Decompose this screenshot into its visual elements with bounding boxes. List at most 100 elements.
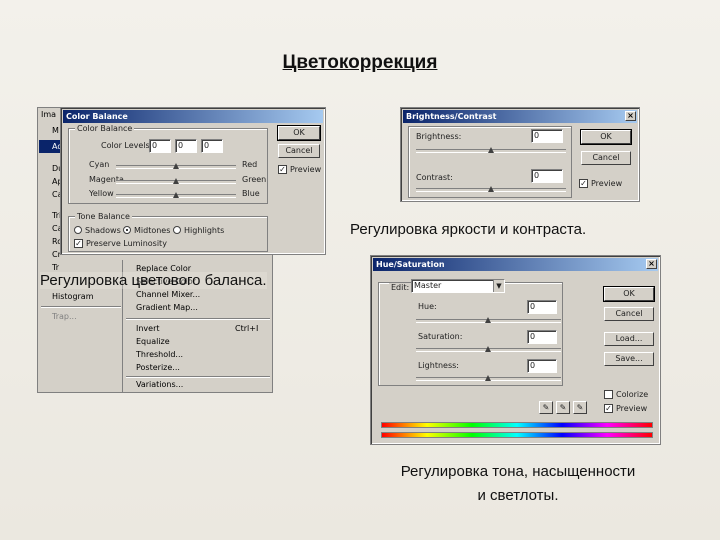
hue-field[interactable]: 0 — [527, 300, 557, 314]
menu-item[interactable]: M — [52, 126, 59, 135]
preserve-luminosity-label: Preserve Luminosity — [86, 239, 167, 248]
ok-button[interactable]: OK — [580, 129, 632, 145]
preview-label: Preview — [290, 165, 322, 174]
lightness-label: Lightness: — [418, 361, 459, 370]
yellow-label: Yellow — [89, 189, 114, 198]
midtones-radio[interactable] — [123, 226, 131, 234]
slider-knob[interactable] — [488, 147, 494, 153]
chevron-down-icon[interactable]: ▼ — [493, 280, 504, 292]
red-label: Red — [242, 160, 258, 169]
preview-checkbox[interactable]: ✓ — [579, 179, 588, 188]
dialog-titlebar: Brightness/Contrast × — [403, 110, 637, 123]
hue-sat-caption-2: и светлоты. — [477, 487, 559, 504]
edit-select[interactable]: Master ▼ — [411, 279, 505, 293]
slider-knob[interactable] — [173, 192, 179, 198]
preview-label: Preview — [591, 179, 623, 188]
contrast-field[interactable]: 0 — [531, 169, 563, 183]
shadows-label: Shadows — [85, 226, 121, 235]
cyan-label: Cyan — [89, 160, 110, 169]
dialog-titlebar: Color Balance — [63, 110, 323, 123]
saturation-field[interactable]: 0 — [527, 330, 557, 344]
cancel-button[interactable]: Cancel — [278, 144, 320, 158]
color-levels-label: Color Levels: — [101, 141, 153, 150]
save-button[interactable]: Save... — [604, 352, 654, 366]
brightness-label: Brightness: — [416, 132, 462, 141]
submenu-item-gradient-map[interactable]: Gradient Map... — [136, 303, 198, 312]
dialog-title: Hue/Saturation — [376, 260, 445, 269]
lightness-field[interactable]: 0 — [527, 359, 557, 373]
group-label: Tone Balance — [75, 212, 132, 221]
magenta-green-slider[interactable] — [116, 178, 236, 184]
close-icon[interactable]: × — [625, 111, 636, 121]
preview-checkbox[interactable]: ✓ — [278, 165, 287, 174]
submenu-separator — [126, 318, 270, 320]
lightness-slider[interactable] — [416, 375, 561, 381]
preview-checkbox[interactable]: ✓ — [604, 404, 613, 413]
invert-shortcut: Ctrl+I — [235, 324, 259, 333]
ok-button[interactable]: OK — [277, 125, 321, 141]
submenu-item-equalize[interactable]: Equalize — [136, 337, 170, 346]
menu-item[interactable]: Ima — [41, 110, 56, 119]
menu-item[interactable]: Tr — [52, 263, 59, 272]
spectrum-bar — [381, 422, 653, 428]
submenu-item-channel-mixer[interactable]: Channel Mixer... — [136, 290, 200, 299]
dialog-title: Brightness/Contrast — [406, 112, 497, 121]
slider-knob[interactable] — [173, 178, 179, 184]
edit-label: Edit: — [389, 283, 412, 292]
preserve-luminosity-checkbox[interactable]: ✓ — [74, 239, 83, 248]
dialog-title: Color Balance — [66, 112, 128, 121]
brightness-caption: Регулировка яркости и контраста. — [350, 221, 587, 238]
preview-label: Preview — [616, 404, 648, 413]
slider-knob[interactable] — [173, 163, 179, 169]
color-balance-dialog: Color Balance Color Balance Color Levels… — [60, 107, 326, 255]
menu-item-histogram[interactable]: Histogram — [52, 292, 94, 301]
brightness-field[interactable]: 0 — [531, 129, 563, 143]
submenu-item-posterize[interactable]: Posterize... — [136, 363, 180, 372]
blue-label: Blue — [242, 189, 260, 198]
color-balance-caption: Регулировка цветового баланса. — [40, 272, 267, 289]
yellow-blue-slider[interactable] — [116, 192, 236, 198]
highlights-radio[interactable] — [173, 226, 181, 234]
submenu-item-invert[interactable]: Invert — [136, 324, 160, 333]
colorize-label: Colorize — [616, 390, 649, 399]
slider-knob[interactable] — [488, 186, 494, 192]
ok-button[interactable]: OK — [603, 286, 655, 302]
cancel-button[interactable]: Cancel — [581, 151, 631, 165]
level-field-2[interactable]: 0 — [175, 139, 197, 153]
midtones-label: Midtones — [134, 226, 171, 235]
saturation-slider[interactable] — [416, 346, 561, 352]
shadows-radio[interactable] — [74, 226, 82, 234]
brightness-contrast-dialog: Brightness/Contrast × Brightness: 0 Cont… — [400, 107, 640, 202]
contrast-slider[interactable] — [416, 186, 566, 192]
level-field-1[interactable]: 0 — [149, 139, 171, 153]
hue-slider[interactable] — [416, 317, 561, 323]
cancel-button[interactable]: Cancel — [604, 307, 654, 321]
load-button[interactable]: Load... — [604, 332, 654, 346]
submenu-item-variations[interactable]: Variations... — [136, 380, 183, 389]
dialog-titlebar: Hue/Saturation × — [373, 258, 658, 271]
menu-separator — [41, 306, 121, 308]
brightness-slider[interactable] — [416, 147, 566, 153]
hue-saturation-dialog: Hue/Saturation × Edit: Master ▼ Hue: 0 S… — [370, 255, 661, 445]
highlights-label: Highlights — [184, 226, 225, 235]
menu-item-trap[interactable]: Trap... — [52, 312, 77, 321]
slider-knob[interactable] — [485, 375, 491, 381]
submenu-item-threshold[interactable]: Threshold... — [136, 350, 183, 359]
colorize-checkbox[interactable] — [604, 390, 613, 399]
edit-select-value: Master — [414, 281, 442, 290]
hue-label: Hue: — [418, 302, 437, 311]
page-title: Цветокоррекция — [282, 52, 438, 73]
slider-knob[interactable] — [485, 346, 491, 352]
eyedropper-icon[interactable]: ✎ — [539, 401, 553, 414]
eyedropper-minus-icon[interactable]: ✎ — [573, 401, 587, 414]
green-label: Green — [242, 175, 267, 184]
submenu-separator — [126, 376, 270, 378]
level-field-3[interactable]: 0 — [201, 139, 223, 153]
hue-sat-caption-1: Регулировка тона, насыщенности — [400, 463, 636, 480]
close-icon[interactable]: × — [646, 259, 657, 269]
spectrum-bar-adjusted — [381, 432, 653, 438]
eyedropper-plus-icon[interactable]: ✎ — [556, 401, 570, 414]
group-label: Color Balance — [75, 124, 135, 133]
slider-knob[interactable] — [485, 317, 491, 323]
cyan-red-slider[interactable] — [116, 163, 236, 169]
